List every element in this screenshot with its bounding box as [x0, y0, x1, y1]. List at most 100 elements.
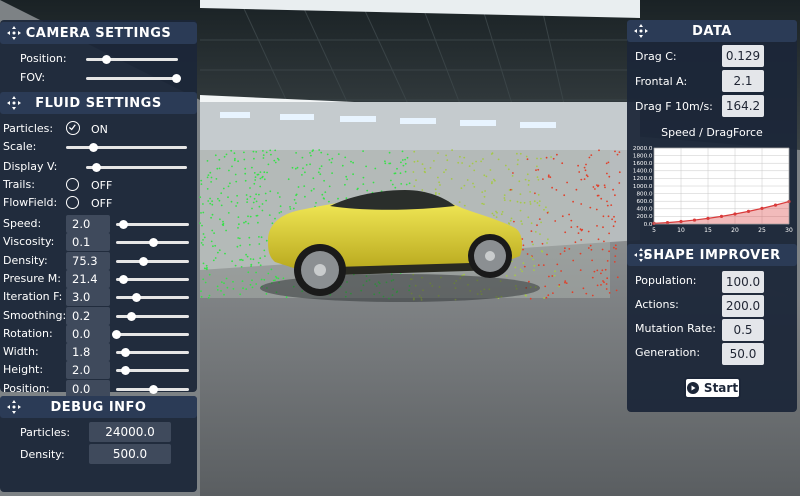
move-icon[interactable]	[633, 247, 649, 263]
slider-handle[interactable]	[131, 293, 141, 303]
param-slider[interactable]	[116, 274, 189, 284]
param-slider[interactable]	[116, 256, 189, 266]
improver-value-field[interactable]: 0.5	[722, 319, 764, 341]
param-label: Height:	[3, 363, 44, 377]
param-slider[interactable]	[116, 311, 189, 321]
improver-value-field[interactable]: 50.0	[722, 343, 764, 365]
param-value-field[interactable]: 2.0	[66, 215, 110, 233]
camera-position-slider[interactable]	[86, 55, 178, 64]
param-value-field[interactable]: 0.0	[66, 324, 110, 343]
shape-improver-header[interactable]: SHAPE IMPROVER	[627, 244, 797, 266]
particle	[572, 200, 574, 203]
particle	[537, 264, 540, 266]
slider-handle[interactable]	[172, 74, 181, 83]
particle	[278, 212, 281, 214]
move-icon[interactable]	[6, 399, 22, 415]
particle	[605, 162, 608, 165]
particle	[602, 215, 605, 218]
particle	[585, 163, 587, 166]
camera-settings-header[interactable]: CAMERA SETTINGS	[0, 22, 197, 44]
particle	[242, 287, 244, 290]
particle	[207, 200, 210, 202]
param-slider[interactable]	[116, 293, 189, 303]
particle	[554, 270, 556, 273]
debug-info-header[interactable]: DEBUG INFO	[0, 396, 197, 418]
data-title: DATA	[692, 23, 732, 39]
slider-handle[interactable]	[139, 256, 148, 266]
flowfield-toggle[interactable]	[66, 196, 79, 209]
scale-slider[interactable]	[66, 143, 187, 152]
particle	[529, 201, 532, 203]
particle	[514, 274, 516, 277]
param-slider[interactable]	[116, 348, 189, 358]
particles-state: ON	[91, 123, 108, 136]
trails-toggle[interactable]	[66, 178, 79, 191]
move-icon[interactable]	[6, 95, 22, 111]
particle	[265, 239, 268, 242]
particle	[241, 280, 244, 282]
slider-handle[interactable]	[120, 348, 130, 358]
particle	[536, 165, 538, 168]
particle	[405, 183, 408, 186]
particle	[220, 204, 223, 207]
param-label: Width:	[3, 345, 39, 359]
particle	[480, 160, 482, 163]
camera-fov-slider[interactable]	[86, 74, 181, 83]
move-icon[interactable]	[6, 25, 22, 41]
start-button[interactable]: Start	[684, 377, 741, 399]
param-value-field[interactable]: 0.0	[66, 379, 110, 398]
particle	[250, 263, 253, 266]
particle	[344, 183, 346, 186]
particle	[404, 170, 407, 173]
particle	[613, 261, 616, 263]
particle	[529, 203, 532, 205]
slider-handle[interactable]	[148, 384, 158, 394]
particle	[519, 268, 522, 271]
param-value-field[interactable]: 21.4	[66, 269, 110, 288]
particle	[412, 171, 415, 173]
particle	[603, 281, 605, 284]
param-value-field[interactable]: 0.1	[66, 233, 110, 252]
particle	[234, 264, 237, 267]
particle	[513, 220, 515, 223]
particle	[608, 175, 611, 178]
param-slider[interactable]	[116, 238, 189, 248]
particle	[421, 189, 424, 191]
particle	[600, 197, 603, 200]
display-v-slider[interactable]	[86, 163, 187, 172]
particle	[613, 215, 615, 218]
param-slider[interactable]	[116, 220, 189, 229]
param-value-field[interactable]: 2.0	[66, 361, 110, 380]
slider-handle[interactable]	[148, 238, 158, 248]
param-value-field[interactable]: 75.3	[66, 251, 110, 270]
param-value-field[interactable]: 3.0	[66, 288, 110, 307]
move-icon[interactable]	[633, 23, 649, 39]
fluid-settings-title: FLUID SETTINGS	[35, 95, 162, 111]
particle	[231, 165, 233, 168]
improver-value-field[interactable]: 200.0	[722, 295, 764, 317]
slider-handle[interactable]	[126, 311, 136, 321]
param-slider[interactable]	[116, 366, 189, 376]
particle	[580, 229, 583, 232]
slider-handle[interactable]	[112, 329, 121, 339]
particle	[518, 180, 521, 183]
particle	[614, 244, 617, 247]
particle	[252, 258, 255, 261]
param-slider[interactable]	[112, 329, 189, 339]
improver-value-field[interactable]: 100.0	[722, 271, 764, 293]
particles-toggle[interactable]	[66, 121, 80, 135]
particle	[576, 225, 579, 228]
slider-handle[interactable]	[88, 143, 98, 152]
param-slider[interactable]	[116, 384, 189, 394]
particle	[516, 163, 519, 166]
slider-handle[interactable]	[118, 274, 128, 284]
particle	[216, 167, 219, 170]
particle	[505, 275, 508, 277]
fluid-settings-header[interactable]: FLUID SETTINGS	[0, 92, 197, 114]
particle	[570, 226, 573, 229]
param-value-field[interactable]: 1.8	[66, 343, 110, 362]
particle	[438, 181, 440, 184]
x-tick-label: 25	[758, 227, 766, 234]
data-header[interactable]: DATA	[627, 20, 797, 42]
param-value-field[interactable]: 0.2	[66, 306, 110, 325]
